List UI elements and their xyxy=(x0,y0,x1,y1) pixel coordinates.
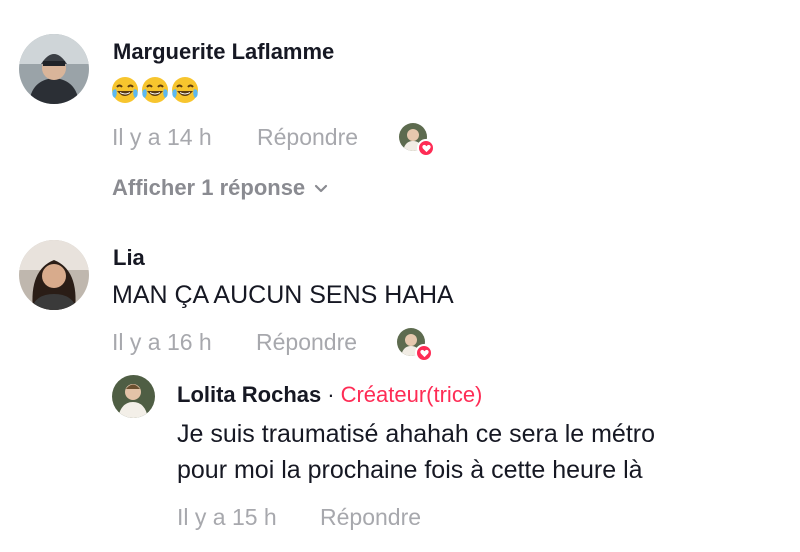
heart-icon xyxy=(415,344,433,362)
reply-button[interactable]: Répondre xyxy=(256,329,357,356)
avatar[interactable] xyxy=(112,375,155,418)
view-replies-button[interactable]: Afficher 1 réponse xyxy=(112,175,329,201)
reply-author-line: Lolita Rochas · Créateur(trice) xyxy=(177,382,482,408)
laughing-tears-emoji-icon xyxy=(142,77,168,103)
comment-author[interactable]: Lia xyxy=(113,245,145,271)
comment-emoji-text xyxy=(111,76,199,104)
avatar[interactable] xyxy=(19,34,89,104)
comment-timestamp: Il y a 14 h xyxy=(112,124,212,150)
chevron-down-icon xyxy=(315,184,328,193)
reply-text-line-1: Je suis traumatisé ahahah ce sera le mét… xyxy=(177,420,656,448)
laughing-tears-emoji-icon xyxy=(112,77,138,103)
creator-liked-indicator[interactable] xyxy=(399,123,439,163)
view-replies-label: Afficher 1 réponse xyxy=(112,175,306,200)
avatar[interactable] xyxy=(19,240,89,310)
reply-text-line-2: pour moi la prochaine fois à cette heure… xyxy=(177,456,643,484)
heart-icon xyxy=(417,139,435,157)
laughing-tears-emoji-icon xyxy=(172,77,198,103)
reply-button[interactable]: Répondre xyxy=(257,124,358,151)
reply-timestamp: Il y a 15 h xyxy=(177,504,277,530)
reply-author[interactable]: Lolita Rochas xyxy=(177,382,321,407)
creator-badge: Créateur(trice) xyxy=(340,382,483,407)
comment-timestamp: Il y a 16 h xyxy=(112,329,212,355)
reply-button[interactable]: Répondre xyxy=(320,504,421,531)
creator-liked-indicator[interactable] xyxy=(397,328,437,368)
separator: · xyxy=(327,382,335,407)
comment-author[interactable]: Marguerite Laflamme xyxy=(113,39,334,65)
comment-text: MAN ÇA AUCUN SENS HAHA xyxy=(112,281,454,309)
